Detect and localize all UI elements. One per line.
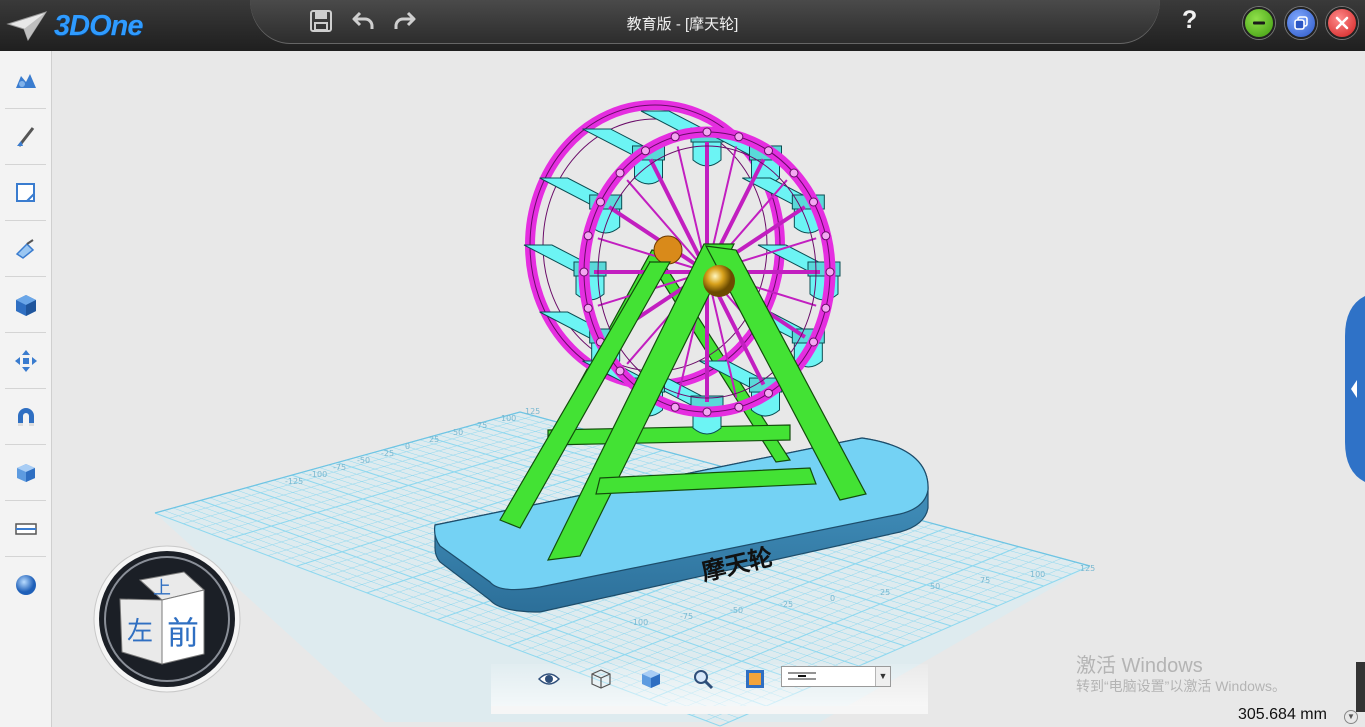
restore-icon bbox=[1294, 16, 1308, 30]
view-cube[interactable]: 上 左 前 bbox=[92, 544, 242, 694]
scene-canvas: 125 100 75 50 25 0 -25 -50 -75 -100 -125 -100 -75 -50… bbox=[154, 100, 1095, 727]
grid-label-y: -125 bbox=[285, 477, 303, 486]
status-measurement: 305.684 mm bbox=[1238, 706, 1327, 723]
render-icon[interactable] bbox=[743, 667, 767, 691]
close-button[interactable] bbox=[1326, 7, 1358, 39]
grid-label-y: 50 bbox=[453, 428, 463, 437]
help-button[interactable]: ? bbox=[1182, 6, 1197, 35]
grid-label-x: 50 bbox=[930, 582, 940, 591]
sketch-edit-icon[interactable] bbox=[5, 165, 46, 221]
magnet-icon[interactable] bbox=[5, 389, 46, 445]
zoom-icon[interactable] bbox=[691, 667, 715, 691]
grid-label-x: -100 bbox=[630, 618, 648, 627]
document-title: 教育版 - [摩天轮] bbox=[626, 16, 739, 33]
basic-solid-icon[interactable] bbox=[5, 53, 46, 109]
grid-label-x: 125 bbox=[1080, 564, 1095, 573]
grid-label-y: 100 bbox=[501, 414, 516, 423]
grid-label-x: 100 bbox=[1030, 570, 1045, 579]
assembly-icon[interactable] bbox=[5, 445, 46, 501]
grid-label-y: 25 bbox=[429, 435, 439, 444]
grid-label-y: -100 bbox=[309, 470, 327, 479]
grid-label-x: -75 bbox=[680, 612, 693, 621]
view-cube-top[interactable]: 上 bbox=[153, 578, 171, 599]
grid-label-y: 0 bbox=[405, 442, 410, 451]
wireframe-icon[interactable] bbox=[589, 667, 613, 691]
minimize-button[interactable] bbox=[1243, 7, 1275, 39]
chevron-down-icon[interactable]: ▼ bbox=[1344, 710, 1358, 724]
activation-watermark-title: 激活 Windows bbox=[1076, 655, 1203, 677]
activation-watermark-text: 转到“电脑设置”以激活 Windows。 bbox=[1076, 678, 1287, 694]
3d-viewport[interactable]: 125 100 75 50 25 0 -25 -50 -75 -100 -125 -100 -75 -50… bbox=[52, 51, 1365, 727]
feature-icon[interactable] bbox=[5, 221, 46, 277]
grid-label-y: 75 bbox=[477, 421, 487, 430]
scrollbar[interactable] bbox=[1356, 662, 1365, 712]
line-style-icon bbox=[788, 672, 816, 680]
left-toolbar bbox=[0, 51, 52, 727]
material-icon[interactable] bbox=[5, 557, 46, 612]
view-select[interactable]: ▼ bbox=[781, 666, 891, 687]
bottom-toolbar-strip bbox=[491, 706, 928, 714]
minus-icon bbox=[1253, 21, 1265, 25]
grid-label-y: -25 bbox=[381, 449, 394, 458]
sketch-icon[interactable] bbox=[5, 109, 46, 165]
view-cube-left[interactable]: 左 bbox=[127, 617, 153, 647]
view-cube-front[interactable]: 前 bbox=[167, 614, 199, 652]
grid-label-x: -50 bbox=[730, 606, 743, 615]
close-icon bbox=[1335, 16, 1349, 30]
right-panel-toggle[interactable] bbox=[1343, 296, 1365, 482]
shaded-icon[interactable] bbox=[639, 667, 663, 691]
axle-ball bbox=[703, 265, 735, 297]
combine-icon[interactable] bbox=[5, 277, 46, 333]
grid-label-y: 125 bbox=[525, 407, 540, 416]
view-eye-icon[interactable] bbox=[537, 667, 561, 691]
grid-label-y: -75 bbox=[333, 463, 346, 472]
grid-label-x: 25 bbox=[880, 588, 890, 597]
measure-icon[interactable] bbox=[5, 501, 46, 557]
grid-label-x: 75 bbox=[980, 576, 990, 585]
grid-label-x: -25 bbox=[780, 600, 793, 609]
grid-label-y: -50 bbox=[357, 456, 370, 465]
chevron-down-icon[interactable]: ▼ bbox=[875, 667, 890, 686]
restore-button[interactable] bbox=[1285, 7, 1317, 39]
transform-icon[interactable] bbox=[5, 333, 46, 389]
title-bar: 3DOne 教育版 - [摩天轮] ? bbox=[0, 0, 1365, 51]
grid-label-x: 0 bbox=[830, 594, 835, 603]
